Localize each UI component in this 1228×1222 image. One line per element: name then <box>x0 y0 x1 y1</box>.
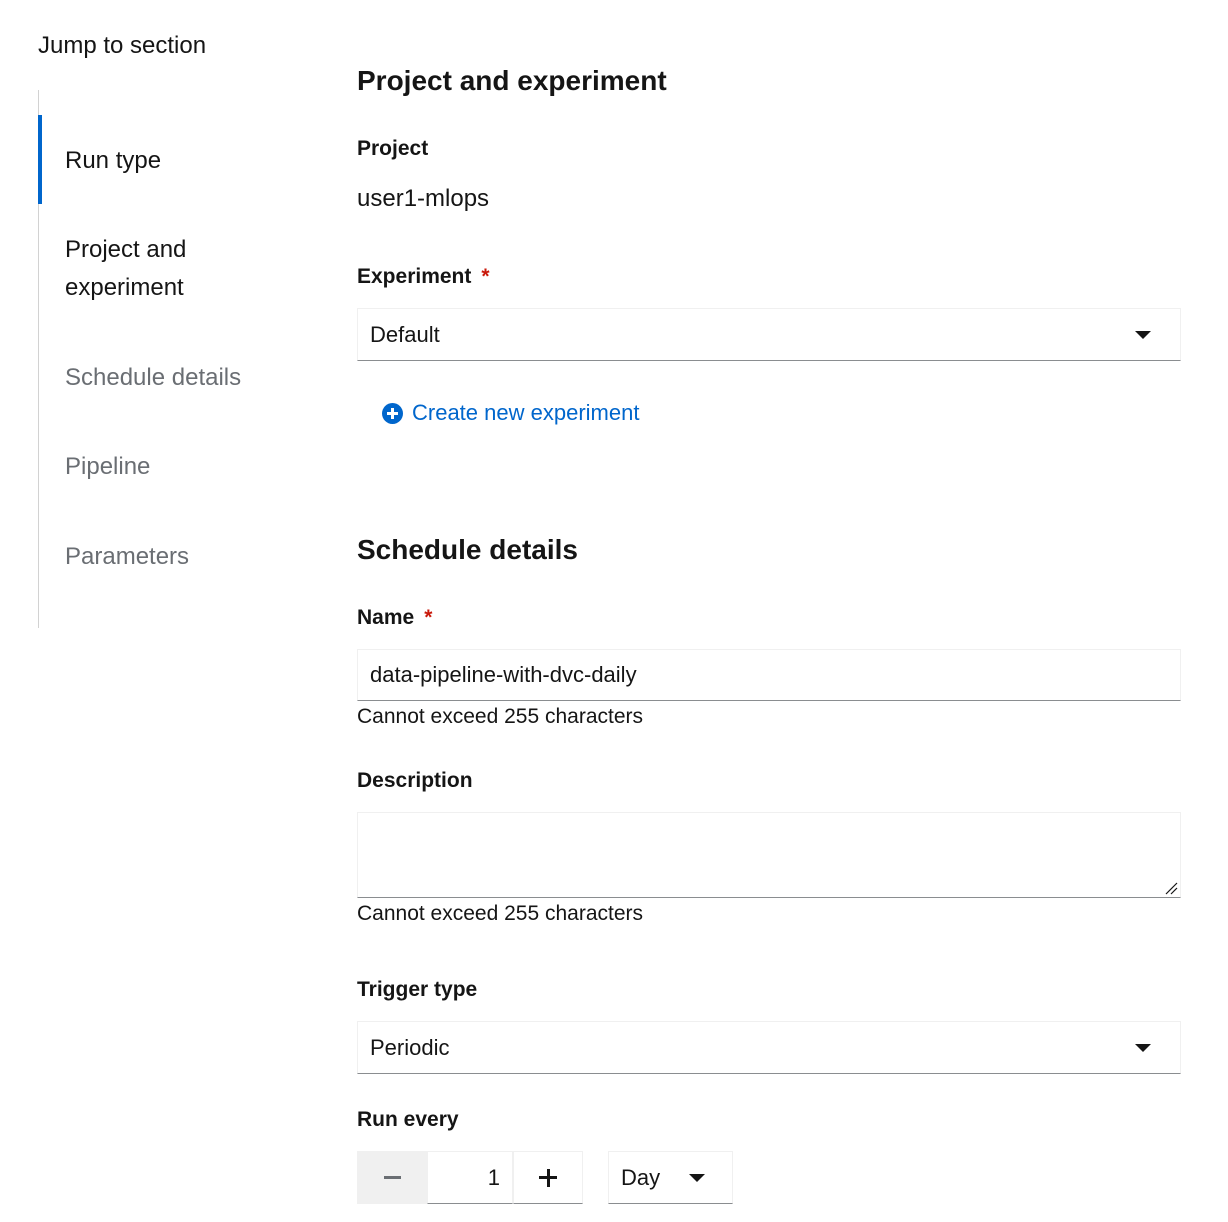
run-every-label: Run every <box>357 1108 459 1131</box>
run-every-unit-value: Day <box>621 1165 661 1190</box>
run-every-stepper <box>357 1151 583 1204</box>
experiment-label-text: Experiment <box>357 265 472 288</box>
name-label: Name * <box>357 604 432 632</box>
increment-button[interactable] <box>513 1151 583 1204</box>
run-every-input[interactable] <box>428 1152 512 1203</box>
decrement-button[interactable] <box>357 1151 427 1204</box>
experiment-select[interactable]: Default <box>357 308 1181 361</box>
plus-circle-icon <box>382 402 403 424</box>
required-indicator: * <box>481 265 490 288</box>
run-every-value-field[interactable] <box>427 1151 513 1204</box>
project-label: Project <box>357 137 429 160</box>
resize-handle-icon[interactable] <box>1164 881 1178 895</box>
experiment-select-value: Default <box>370 322 440 347</box>
description-field[interactable] <box>357 812 1181 898</box>
trigger-type-select-value: Periodic <box>370 1035 450 1060</box>
description-helper-text: Cannot exceed 255 characters <box>357 902 644 925</box>
project-value: user1-mlops <box>357 185 490 212</box>
jump-to-section-title: Jump to section <box>38 32 207 59</box>
name-label-text: Name <box>357 606 415 629</box>
experiment-label: Experiment * <box>357 263 490 291</box>
name-input[interactable] <box>358 650 1180 700</box>
description-textarea[interactable] <box>358 813 1180 897</box>
jump-link-parameters[interactable]: Parameters <box>39 538 299 576</box>
jump-link-schedule-details[interactable]: Schedule details <box>39 359 299 397</box>
plus-icon <box>539 1168 557 1187</box>
required-indicator: * <box>424 606 433 629</box>
create-new-experiment-label: Create new experiment <box>412 400 640 425</box>
caret-down-icon <box>1135 331 1151 339</box>
project-section-title: Project and experiment <box>357 65 667 96</box>
name-field[interactable] <box>357 649 1181 701</box>
minus-icon <box>383 1176 401 1179</box>
caret-down-icon <box>1135 1044 1151 1052</box>
jump-to-section-nav: Run type Project and experiment Schedule… <box>38 90 298 628</box>
schedule-section-title: Schedule details <box>357 534 578 565</box>
create-new-experiment-button[interactable]: Create new experiment <box>382 398 639 428</box>
jump-link-project-and-experiment[interactable]: Project and experiment <box>39 231 239 307</box>
jump-link-pipeline[interactable]: Pipeline <box>39 448 299 486</box>
name-helper-text: Cannot exceed 255 characters <box>357 705 644 728</box>
description-label: Description <box>357 769 473 792</box>
trigger-type-select[interactable]: Periodic <box>357 1021 1181 1074</box>
run-every-unit-select[interactable]: Day <box>608 1151 733 1204</box>
trigger-type-label: Trigger type <box>357 978 478 1001</box>
schedule-form-page: Jump to section Run type Project and exp… <box>0 0 1228 1222</box>
jump-link-run-type[interactable]: Run type <box>38 115 299 204</box>
caret-down-icon <box>689 1174 705 1182</box>
